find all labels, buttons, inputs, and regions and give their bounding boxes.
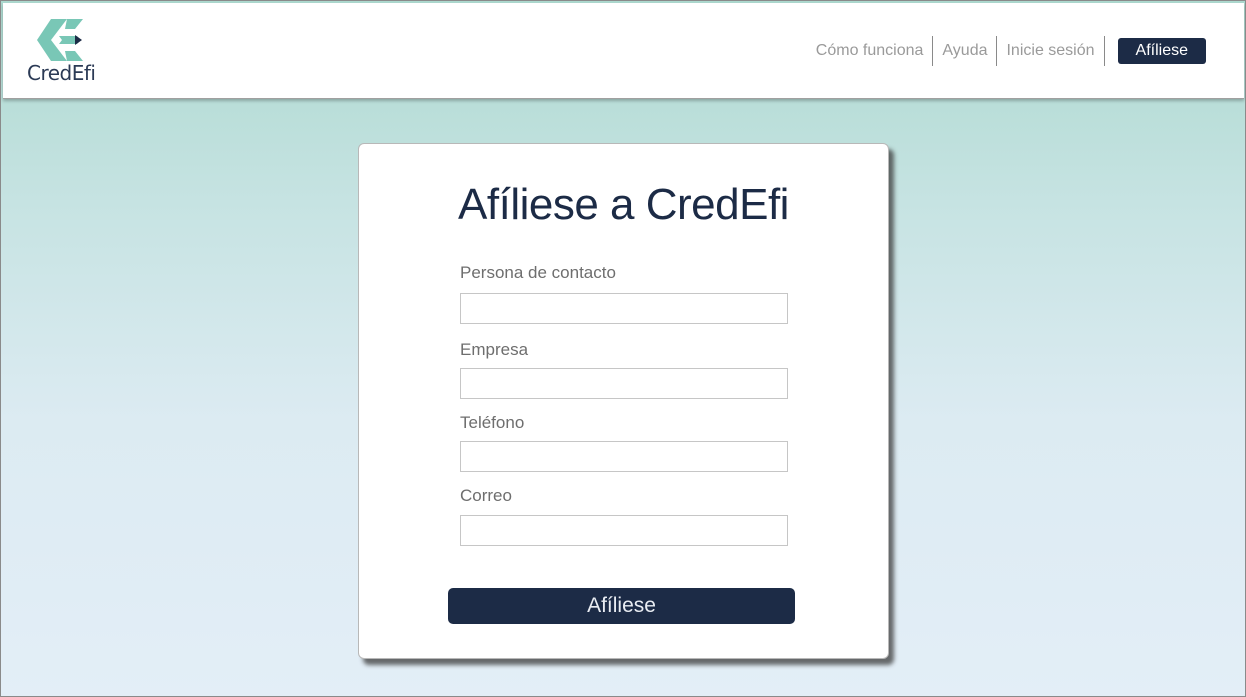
form-title: Afíliese a CredEfi (458, 180, 789, 229)
nav-link-inicie-sesion[interactable]: Inicie sesión (997, 36, 1103, 66)
contact-person-label: Persona de contacto (460, 263, 616, 282)
email-input[interactable] (460, 515, 788, 546)
company-input[interactable] (460, 368, 788, 399)
brand-name: CredEfi (27, 61, 96, 85)
chevron-e-logo-icon (37, 19, 83, 61)
nav-link-como-funciona[interactable]: Cómo funciona (807, 36, 933, 66)
app-window: CredEfi Cómo funciona Ayuda Inicie sesió… (0, 0, 1246, 697)
signup-card: Afíliese a CredEfi Persona de contacto E… (358, 143, 889, 659)
nav-divider (1103, 36, 1105, 66)
top-header: CredEfi Cómo funciona Ayuda Inicie sesió… (3, 3, 1244, 99)
company-label: Empresa (460, 340, 529, 359)
phone-label: Teléfono (460, 413, 525, 432)
top-nav: Cómo funciona Ayuda Inicie sesión Afílie… (807, 36, 1206, 66)
contact-person-input[interactable] (460, 293, 788, 324)
nav-link-ayuda[interactable]: Ayuda (933, 36, 996, 66)
email-label: Correo (460, 486, 512, 505)
signup-submit-button[interactable]: Afíliese (448, 588, 795, 624)
brand-logo[interactable]: CredEfi (27, 19, 107, 89)
phone-input[interactable] (460, 441, 788, 472)
nav-signup-button[interactable]: Afíliese (1117, 38, 1206, 64)
